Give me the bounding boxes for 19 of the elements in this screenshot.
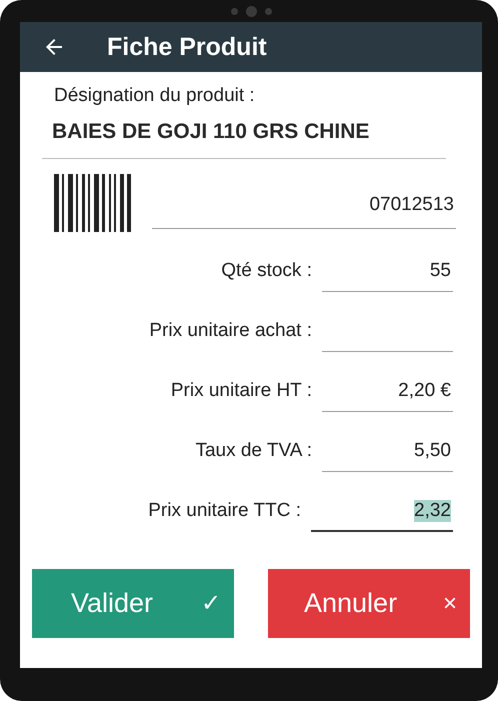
- validate-button[interactable]: Valider ✓: [32, 569, 234, 638]
- camera-icon: [246, 6, 256, 16]
- barcode-field[interactable]: 07012513: [152, 190, 456, 229]
- sensor-icon: [230, 8, 238, 14]
- field-label: Qté stock :: [221, 260, 312, 283]
- field-label: Taux de TVA :: [195, 440, 312, 463]
- sensor-icon: [264, 8, 272, 14]
- input-field[interactable]: 2,32: [311, 491, 453, 532]
- field-label: Prix unitaire TTC :: [148, 500, 301, 523]
- product-name: BAIES DE GOJI 110 GRS CHINE: [52, 120, 370, 144]
- product-label: Désignation du produit :: [54, 85, 256, 107]
- barcode-icon: [54, 174, 132, 232]
- screen-title: Fiche Produit: [107, 32, 267, 62]
- input-field[interactable]: 55: [322, 251, 453, 292]
- field-label: Prix unitaire HT :: [170, 380, 312, 403]
- field-label: Prix unitaire achat :: [149, 320, 312, 343]
- input-field[interactable]: 5,50: [322, 431, 453, 472]
- cancel-button[interactable]: Annuler ×: [268, 569, 470, 638]
- input-field[interactable]: 2,20 €: [322, 371, 453, 412]
